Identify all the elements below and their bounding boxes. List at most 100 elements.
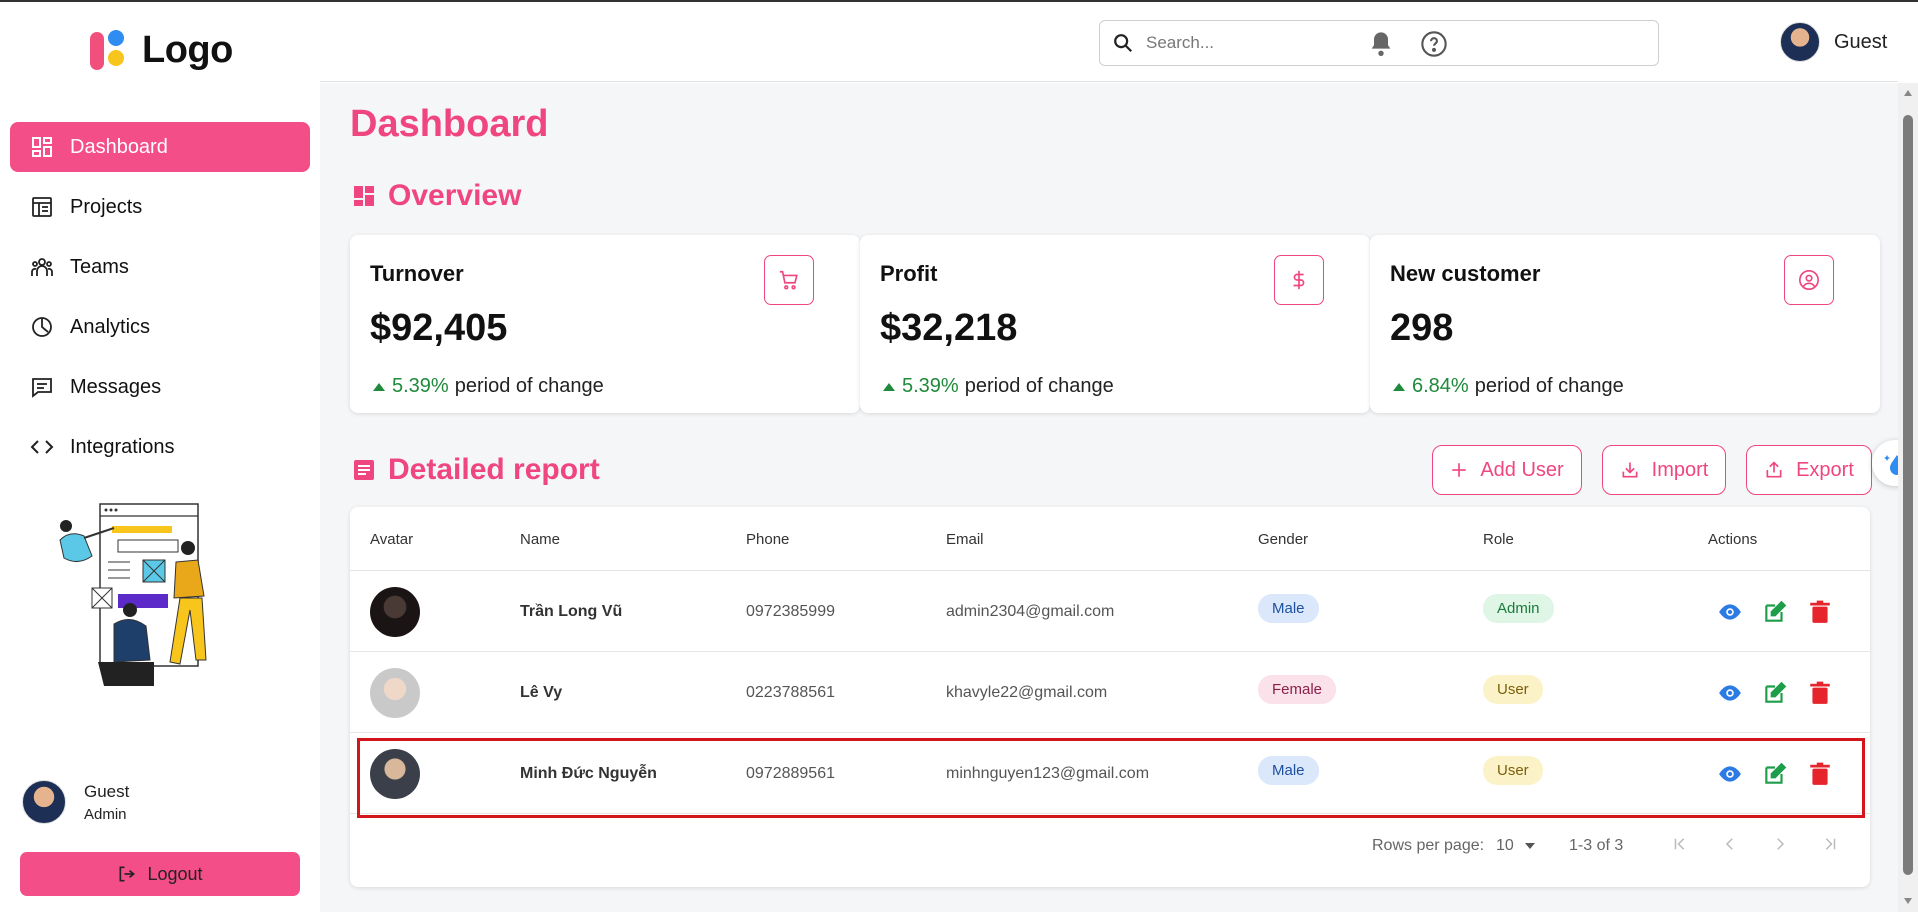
rows-per-page-select[interactable]: 10: [1496, 837, 1536, 855]
first-page-button[interactable]: [1665, 829, 1695, 859]
chevron-down-icon: [1524, 843, 1535, 849]
sidebar-item-messages[interactable]: Messages: [10, 362, 310, 412]
chevron-right-icon: [1777, 838, 1785, 850]
card-icon-button[interactable]: [1784, 255, 1834, 305]
top-header: Guest: [320, 2, 1898, 82]
table-row[interactable]: Lê Vy 0223788561 khavyle22@gmail.com Fem…: [350, 652, 1870, 733]
role-badge: User: [1483, 675, 1543, 704]
logout-button[interactable]: Logout: [20, 852, 300, 896]
logout-label: Logout: [147, 863, 203, 884]
view-icon[interactable]: [1717, 599, 1743, 625]
bell-icon[interactable]: [1367, 30, 1395, 58]
card-title: Profit: [880, 261, 938, 286]
avatar: [370, 668, 420, 718]
header-user-name: Guest: [1834, 30, 1888, 53]
card-title: Turnover: [370, 261, 464, 286]
overview-title: Overview: [388, 179, 522, 212]
card-value: 298: [1390, 307, 1454, 349]
vertical-scrollbar[interactable]: [1898, 83, 1918, 912]
column-header-name[interactable]: Name: [520, 531, 560, 548]
scrollbar-thumb[interactable]: [1903, 115, 1913, 875]
sidebar-item-projects[interactable]: Projects: [10, 182, 310, 232]
logo-text: Logo: [142, 28, 233, 71]
logout-icon: [119, 866, 136, 882]
gender-badge: Female: [1258, 675, 1337, 704]
messages-icon: [32, 378, 52, 398]
card-change: 5.39% period of change: [372, 375, 604, 398]
dollar-icon: [1293, 270, 1305, 290]
sidebar-item-integrations[interactable]: Integrations: [10, 422, 310, 472]
row-name: Lê Vy: [520, 684, 563, 701]
export-button[interactable]: Export: [1746, 445, 1872, 495]
last-page-button[interactable]: [1815, 829, 1845, 859]
help-icon[interactable]: [1420, 30, 1448, 58]
row-phone: 0972385999: [746, 603, 835, 620]
main-content: Dashboard Overview Turnover $92,405 5.39…: [320, 83, 1898, 912]
sidebar-item-teams[interactable]: Teams: [10, 242, 310, 292]
sidebar-user-role: Admin: [84, 805, 127, 823]
edit-icon[interactable]: [1762, 680, 1788, 706]
scroll-down-icon[interactable]: [1903, 897, 1913, 905]
card-change-percent: 5.39%: [392, 375, 449, 397]
dashboard-icon: [354, 186, 374, 206]
sidebar-item-label: Dashboard: [70, 135, 168, 158]
row-name: Minh Đức Nguyễn: [520, 765, 657, 782]
edit-icon[interactable]: [1762, 761, 1788, 787]
import-button[interactable]: Import: [1602, 445, 1726, 495]
delete-icon[interactable]: [1807, 680, 1833, 706]
card-change-text: period of change: [964, 375, 1114, 397]
rows-per-page-label: Rows per page:: [1372, 837, 1485, 854]
card-value: $92,405: [370, 307, 508, 349]
plus-icon: [1452, 463, 1467, 477]
row-name: Trần Long Vũ: [520, 603, 623, 620]
next-page-button[interactable]: [1765, 829, 1795, 859]
card-icon-button[interactable]: [1274, 255, 1324, 305]
report-section-title: Detailed report: [352, 453, 600, 487]
sidebar-item-dashboard[interactable]: Dashboard: [10, 122, 310, 172]
export-label: Export: [1796, 458, 1854, 481]
header-user-menu[interactable]: Guest: [1780, 22, 1887, 62]
sidebar-item-label: Projects: [70, 195, 143, 218]
card-change-text: period of change: [454, 375, 604, 397]
scroll-up-icon[interactable]: [1903, 89, 1913, 97]
edit-icon[interactable]: [1762, 599, 1788, 625]
column-header-actions: Actions: [1708, 531, 1758, 548]
sidebar-user-name: Guest: [84, 781, 130, 801]
sidebar-item-label: Analytics: [70, 315, 151, 338]
add-user-button[interactable]: Add User: [1432, 445, 1582, 495]
column-header-gender[interactable]: Gender: [1258, 531, 1308, 548]
pagination-range: 1-3 of 3: [1569, 837, 1624, 854]
card-icon-button[interactable]: [764, 255, 814, 305]
column-header-avatar[interactable]: Avatar: [370, 531, 413, 548]
sidebar-nav: Dashboard Projects Teams Analytics Messa…: [10, 122, 310, 482]
card-change-percent: 5.39%: [902, 375, 959, 397]
column-header-role[interactable]: Role: [1483, 531, 1514, 548]
table-header: Avatar Name Phone Email Gender Role Acti…: [350, 507, 1870, 571]
role-badge: User: [1483, 756, 1543, 785]
table-row[interactable]: Minh Đức Nguyễn 0972889561 minhnguyen123…: [350, 733, 1870, 818]
team-illustration: [59, 503, 207, 686]
sidebar-item-label: Messages: [70, 375, 162, 398]
user-circle-icon: [1799, 270, 1819, 290]
card-change: 6.84% period of change: [1392, 375, 1624, 398]
column-header-email[interactable]: Email: [946, 531, 984, 548]
import-label: Import: [1651, 458, 1709, 481]
table-row[interactable]: Trần Long Vũ 0972385999 admin2304@gmail.…: [350, 571, 1870, 652]
import-icon: [1622, 462, 1638, 478]
first-page-icon: [1674, 838, 1685, 850]
view-icon[interactable]: [1717, 680, 1743, 706]
sidebar-item-label: Integrations: [70, 435, 175, 458]
stat-card-turnover: Turnover $92,405 5.39% period of change: [350, 235, 860, 413]
previous-page-button[interactable]: [1715, 829, 1745, 859]
sidebar-item-analytics[interactable]: Analytics: [10, 302, 310, 352]
view-icon[interactable]: [1717, 761, 1743, 787]
delete-icon[interactable]: [1807, 761, 1833, 787]
teams-icon: [31, 258, 53, 276]
logo[interactable]: Logo: [88, 28, 233, 72]
row-phone: 0223788561: [746, 684, 835, 701]
chevron-left-icon: [1725, 838, 1733, 850]
sidebar-user[interactable]: Guest Admin: [22, 780, 129, 824]
row-email: admin2304@gmail.com: [946, 603, 1115, 620]
column-header-phone[interactable]: Phone: [746, 531, 789, 548]
delete-icon[interactable]: [1807, 599, 1833, 625]
